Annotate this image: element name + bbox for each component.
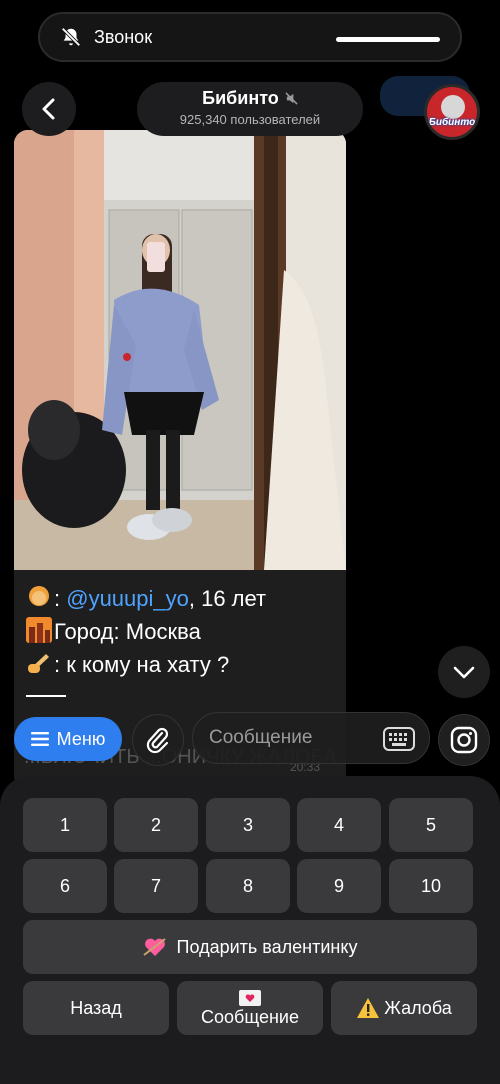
avatar[interactable]: Бибинто [424,84,480,140]
keyboard-button-4[interactable]: 4 [297,798,381,852]
attach-button[interactable] [132,714,184,766]
message-photo[interactable] [14,130,346,570]
paperclip-icon [146,727,169,754]
photo-illustration [14,130,346,570]
chevron-down-icon [453,666,475,679]
heart-arrow-icon [142,938,166,956]
call-banner[interactable]: Звонок [38,12,462,62]
keyboard-icon[interactable] [383,727,415,751]
keyboard-button-9[interactable]: 9 [297,859,381,913]
writing-hand-emoji-icon [28,654,49,673]
back-keyboard-label: Назад [70,997,122,1018]
message-keyboard-button[interactable]: Сообщение [177,981,323,1035]
message-bubble[interactable]: : @yuuupi_yo, 16 лет Город: Москва : к к… [14,130,346,790]
message-caption: : @yuuupi_yo, 16 лет Город: Москва : к к… [26,582,336,697]
keyboard-button-5[interactable]: 5 [389,798,473,852]
call-label: Звонок [94,26,153,47]
menu-label: Меню [56,728,106,749]
complaint-label: Жалоба [384,997,452,1018]
chat-title: Бибинто [202,88,279,108]
keyboard-button-2[interactable]: 2 [114,798,198,852]
message-keyboard-label: Сообщение [201,1007,299,1027]
keyboard-button-1[interactable]: 1 [23,798,107,852]
avatar-logo-text: Бибинто [428,117,476,128]
keyboard-button-8[interactable]: 8 [206,859,290,913]
caption-divider [26,695,66,697]
menu-button[interactable]: Меню [14,717,122,761]
send-valentine-button[interactable]: Подарить валентинку [23,920,477,974]
person-emoji-icon [29,586,49,606]
keyboard-button-3[interactable]: 3 [206,798,290,852]
bot-keyboard: 1 2 3 4 5 6 7 8 9 10 Подарить валентинку… [0,776,500,1084]
back-button[interactable] [22,82,76,136]
caption-note-line: : к кому на хату ? [26,648,336,681]
warning-icon [357,998,380,1018]
city-emoji-icon [26,617,52,643]
keyboard-button-7[interactable]: 7 [114,859,198,913]
instagram-icon [450,726,478,754]
scroll-down-button[interactable] [438,646,490,698]
message-input[interactable] [209,727,379,749]
back-arrow-icon [42,98,55,120]
call-indicator-bar [336,37,440,42]
city-text: Город: Москва [54,619,201,644]
chat-subtitle: 925,340 пользователей [179,112,321,127]
complaint-button[interactable]: Жалоба [331,981,477,1035]
send-valentine-label: Подарить валентинку [176,936,358,957]
note-text: : к кому на хату ? [54,652,230,677]
message-input-container[interactable] [192,712,430,764]
menu-icon [30,732,49,746]
chat-title-pill[interactable]: Бибинто 925,340 пользователей [137,82,363,136]
user-age: , 16 лет [188,586,267,611]
back-keyboard-button[interactable]: Назад [23,981,169,1035]
mute-icon [285,92,298,105]
user-mention-link[interactable]: @yuuupi_yo [66,586,189,611]
love-letter-icon [239,990,261,1006]
keyboard-button-6[interactable]: 6 [23,859,107,913]
caption-city-line: Город: Москва [26,615,336,648]
instagram-button[interactable] [438,714,490,766]
bell-off-icon [61,27,81,47]
bear-logo-icon [441,95,465,119]
keyboard-button-10[interactable]: 10 [389,859,473,913]
caption-user-line: : @yuuupi_yo, 16 лет [26,582,336,615]
